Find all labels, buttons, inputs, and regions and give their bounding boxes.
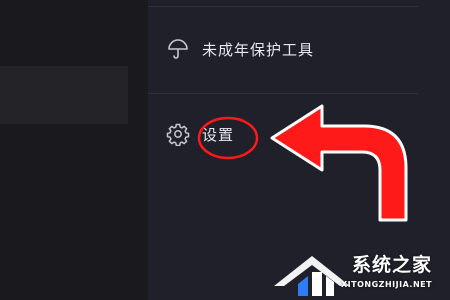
umbrella-icon xyxy=(166,37,190,61)
watermark-url: XITONGZHIJIA.NET xyxy=(341,280,433,289)
red-arrow-annotation xyxy=(270,104,408,222)
gear-icon xyxy=(166,122,190,147)
menu-item-minor-protection-label: 未成年保护工具 xyxy=(202,40,315,59)
watermark-title: 系统之家 xyxy=(352,254,433,276)
highlight-circle xyxy=(197,116,259,160)
app-screen: 未成年保护工具 设置 系统之家 XITONGZHIJIA.NET xyxy=(0,0,450,300)
dimmed-content-area xyxy=(0,0,148,300)
menu-item-minor-protection[interactable]: 未成年保护工具 xyxy=(166,34,314,64)
menu-divider xyxy=(148,93,418,94)
menu-divider xyxy=(148,6,418,7)
dimmed-content-block xyxy=(0,66,128,124)
